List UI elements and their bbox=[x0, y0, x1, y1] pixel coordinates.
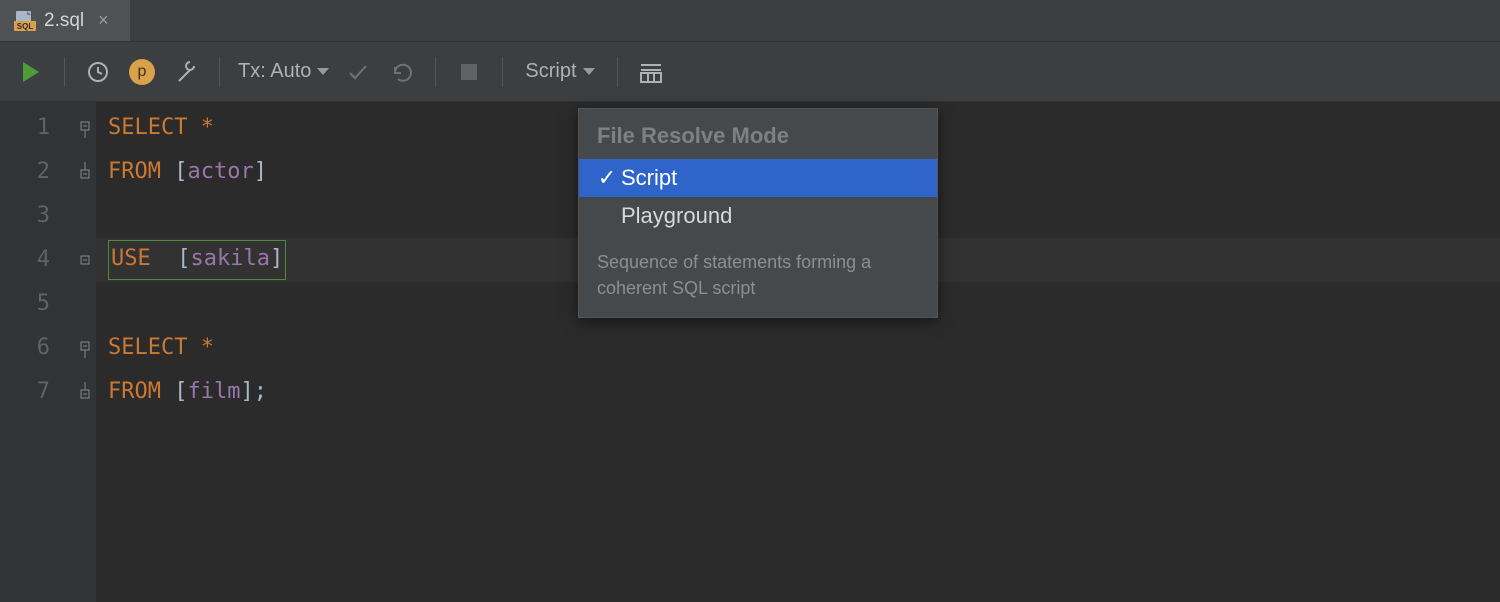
line-number: 5 bbox=[0, 282, 50, 326]
separator bbox=[64, 57, 65, 87]
chevron-down-icon bbox=[583, 68, 595, 75]
p-badge-icon: p bbox=[129, 59, 155, 85]
menu-header: File Resolve Mode bbox=[579, 109, 937, 159]
check-icon: ✓ bbox=[593, 165, 621, 191]
rollback-button[interactable] bbox=[387, 57, 417, 87]
fold-region-start-icon[interactable] bbox=[72, 106, 96, 150]
menu-item-label: Playground bbox=[621, 203, 732, 229]
chevron-down-icon bbox=[317, 68, 329, 75]
p-badge-button[interactable]: p bbox=[127, 57, 157, 87]
menu-description: Sequence of statements forming a coheren… bbox=[579, 235, 937, 317]
menu-item-playground[interactable]: Playground bbox=[579, 197, 937, 235]
fold-region-end-icon[interactable] bbox=[72, 150, 96, 194]
file-tab[interactable]: SQL 2.sql × bbox=[0, 0, 130, 41]
history-button[interactable] bbox=[83, 57, 113, 87]
line-number: 3 bbox=[0, 194, 50, 238]
stop-button[interactable] bbox=[454, 57, 484, 87]
close-tab-icon[interactable]: × bbox=[98, 10, 109, 31]
separator bbox=[617, 57, 618, 87]
fold-region-end-icon[interactable] bbox=[72, 370, 96, 414]
line-gutter: 1 2 3 4 5 6 7 bbox=[0, 102, 72, 602]
separator bbox=[219, 57, 220, 87]
sql-file-icon: SQL bbox=[14, 10, 36, 32]
separator bbox=[435, 57, 436, 87]
menu-item-label: Script bbox=[621, 165, 677, 191]
sql-toolbar: p Tx: Auto Script bbox=[0, 42, 1500, 102]
resolve-mode-menu: File Resolve Mode ✓ Script Playground Se… bbox=[578, 108, 938, 318]
menu-item-script[interactable]: ✓ Script bbox=[579, 159, 937, 197]
view-results-button[interactable] bbox=[636, 57, 666, 87]
line-number: 2 bbox=[0, 150, 50, 194]
tab-bar: SQL 2.sql × bbox=[0, 0, 1500, 42]
separator bbox=[502, 57, 503, 87]
line-number: 4 bbox=[0, 238, 50, 282]
svg-text:SQL: SQL bbox=[17, 22, 34, 31]
resolve-mode-dropdown[interactable]: Script bbox=[521, 60, 598, 83]
line-number: 7 bbox=[0, 370, 50, 414]
tab-filename: 2.sql bbox=[44, 10, 84, 32]
tx-mode-dropdown[interactable]: Tx: Auto bbox=[238, 60, 329, 83]
line-number: 1 bbox=[0, 106, 50, 150]
line-number: 6 bbox=[0, 326, 50, 370]
fold-region-start-icon[interactable] bbox=[72, 326, 96, 370]
script-label-text: Script bbox=[525, 60, 576, 83]
settings-button[interactable] bbox=[171, 57, 201, 87]
commit-button[interactable] bbox=[343, 57, 373, 87]
tx-label-text: Tx: Auto bbox=[238, 60, 311, 83]
run-button[interactable] bbox=[16, 57, 46, 87]
fold-single-icon[interactable] bbox=[72, 238, 96, 282]
fold-gutter bbox=[72, 102, 96, 602]
